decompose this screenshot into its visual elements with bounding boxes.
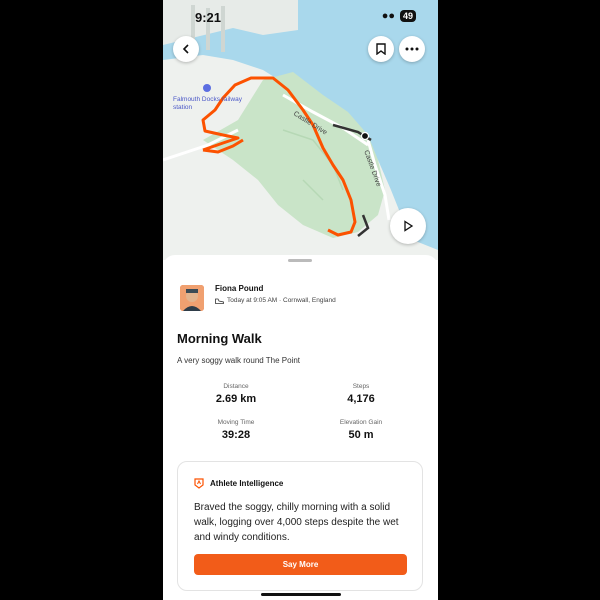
status-icons: ●● 49 <box>382 10 416 22</box>
stat-value: 39:28 <box>221 429 251 441</box>
athlete-name[interactable]: Fiona Pound <box>215 284 263 293</box>
athlete-avatar[interactable] <box>180 285 204 311</box>
stat-distance: Distance 2.69 km <box>181 383 291 405</box>
stat-steps: Steps 4,176 <box>306 383 416 405</box>
status-bar: 9:21 ●● 49 <box>163 6 438 26</box>
bookmark-icon <box>376 43 386 55</box>
stat-moving-time: Moving Time 39:28 <box>181 419 291 441</box>
chevron-left-icon <box>182 44 189 54</box>
home-indicator <box>261 593 341 596</box>
shoe-icon <box>215 298 224 304</box>
stat-label: Steps <box>352 383 370 390</box>
status-time: 9:21 <box>195 10 222 25</box>
stat-elevation-gain: Elevation Gain 50 m <box>306 419 416 441</box>
avatar-image <box>180 285 204 311</box>
more-icon <box>405 47 419 51</box>
stat-value: 50 m <box>348 429 374 441</box>
station-label: Falmouth Docks railway station <box>173 96 242 111</box>
activity-description: A very soggy walk round The Point <box>177 356 301 365</box>
activity-sheet: Fiona Pound Today at 9:05 AM · Cornwall,… <box>163 255 438 600</box>
phone-screen: Falmouth Docks railway station Castle Dr… <box>163 0 438 600</box>
bookmark-button[interactable] <box>368 36 394 62</box>
athlete-intelligence-icon <box>194 478 204 489</box>
battery-icon: 49 <box>399 10 416 22</box>
stat-label: Moving Time <box>217 419 255 426</box>
activity-title: Morning Walk <box>177 331 262 346</box>
stat-value: 2.69 km <box>215 393 257 405</box>
athlete-intelligence-card: Athlete Intelligence Braved the soggy, c… <box>177 461 423 591</box>
route-map[interactable]: Falmouth Docks railway station Castle Dr… <box>163 0 438 260</box>
say-more-button[interactable]: Say More <box>194 554 407 575</box>
stat-value: 4,176 <box>347 393 375 405</box>
ai-summary-text: Braved the soggy, chilly morning with a … <box>194 502 399 543</box>
stat-label: Distance <box>223 383 249 390</box>
activity-meta-text: Today at 9:05 AM · Cornwall, England <box>227 297 336 304</box>
sheet-drag-handle[interactable] <box>288 259 312 262</box>
play-flyover-button[interactable] <box>390 208 426 244</box>
ai-header: Athlete Intelligence <box>194 478 283 489</box>
ai-heading: Athlete Intelligence <box>210 479 284 488</box>
more-options-button[interactable] <box>399 36 425 62</box>
activity-meta: Today at 9:05 AM · Cornwall, England <box>215 297 336 304</box>
stat-label: Elevation Gain <box>339 419 383 426</box>
play-icon <box>404 220 414 232</box>
back-button[interactable] <box>173 36 199 62</box>
wifi-icon: ●● <box>381 10 395 22</box>
